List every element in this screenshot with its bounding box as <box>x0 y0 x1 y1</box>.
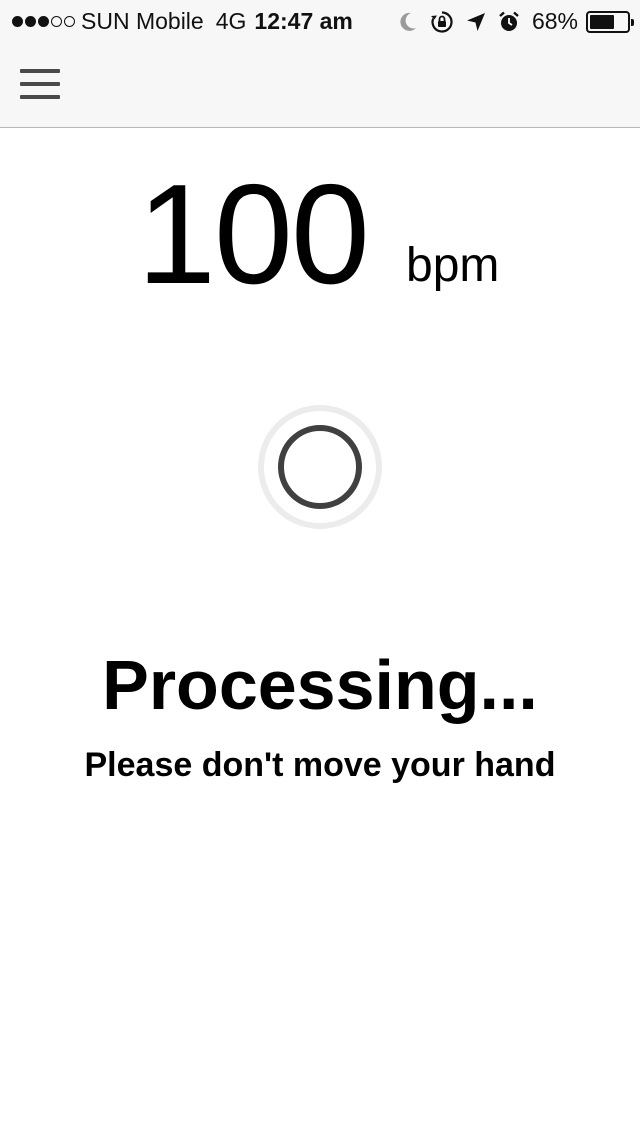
network-type: 4G <box>215 8 247 34</box>
signal-dot <box>38 16 49 27</box>
status-bar-left: SUN Mobile 4G 12:47 am <box>12 8 353 35</box>
clock: 12:47 am <box>254 8 353 34</box>
navigation-bar <box>0 40 640 128</box>
bpm-value: 100 <box>137 155 370 314</box>
battery-icon <box>586 10 634 33</box>
menu-line <box>20 69 60 73</box>
alarm-icon <box>498 11 520 33</box>
battery-level <box>590 14 614 29</box>
bpm-unit: bpm <box>406 239 500 292</box>
processing-hint: Please don't move your hand <box>84 746 556 784</box>
signal-dot <box>64 16 75 27</box>
location-arrow-icon <box>466 12 486 32</box>
processing-title: Processing... <box>102 646 538 724</box>
status-bar: SUN Mobile 4G 12:47 am 68% <box>0 0 640 40</box>
heart-rate-reading: 100 bpm <box>0 160 640 310</box>
signal-dot <box>25 16 36 27</box>
signal-strength-icon <box>12 16 75 27</box>
battery-terminal <box>631 18 634 26</box>
spinner-ring <box>278 425 362 509</box>
moon-icon <box>398 11 418 33</box>
menu-line <box>20 95 60 99</box>
hamburger-menu-icon[interactable] <box>20 69 60 99</box>
loading-spinner-icon <box>256 403 384 531</box>
signal-dot <box>12 16 23 27</box>
battery-percent: 68% <box>531 8 578 34</box>
status-bar-right: 68% <box>386 8 634 35</box>
menu-line <box>20 82 60 86</box>
signal-dot <box>51 16 62 27</box>
carrier-name: SUN Mobile <box>81 8 204 34</box>
rotation-lock-icon <box>430 10 454 34</box>
